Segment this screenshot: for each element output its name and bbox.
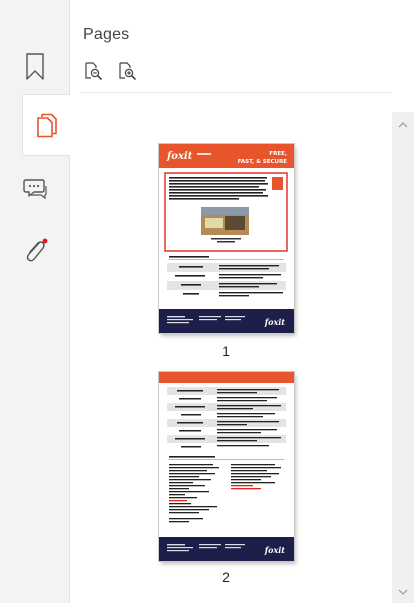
panel-divider xyxy=(80,92,392,93)
paperclip-icon xyxy=(26,238,48,262)
scroll-up-button[interactable] xyxy=(392,116,414,134)
pages-panel: Pages foxit FREE, FAST, & SECURE foxit 1… xyxy=(70,0,414,603)
zoom-out-thumbnails-button[interactable] xyxy=(82,60,104,82)
page-1-preview: foxit FREE, FAST, & SECURE foxit xyxy=(159,144,294,333)
bookmark-icon xyxy=(26,53,44,80)
page-number-2: 2 xyxy=(222,569,230,585)
vertical-scrollbar[interactable] xyxy=(392,112,414,603)
comments-tab[interactable] xyxy=(12,166,58,212)
scroll-down-button[interactable] xyxy=(392,583,414,601)
zoom-in-thumbnails-button[interactable] xyxy=(116,60,138,82)
chevron-down-icon xyxy=(398,589,408,595)
thumb-headline-1: FREE, xyxy=(269,151,287,157)
panel-title: Pages xyxy=(83,26,130,43)
zoom-out-page-icon xyxy=(85,62,102,80)
thumb-footer-logo-2: foxit xyxy=(264,545,286,555)
pages-tab[interactable] xyxy=(22,94,70,156)
comment-icon xyxy=(23,179,47,200)
pages-icon xyxy=(36,113,57,138)
bookmarks-tab[interactable] xyxy=(12,44,58,90)
notification-dot xyxy=(42,238,48,244)
thumbnail-toolbar xyxy=(82,60,138,82)
page-thumbnail-2[interactable]: foxit xyxy=(159,372,294,561)
thumbnail-list: foxit FREE, FAST, & SECURE foxit 1 foxit… xyxy=(70,112,388,603)
attachments-tab[interactable] xyxy=(12,228,58,274)
thumb-footer-logo: foxit xyxy=(264,317,286,327)
thumb-headline-2: FAST, & SECURE xyxy=(238,159,287,165)
chevron-up-icon xyxy=(398,122,408,128)
page-number-1: 1 xyxy=(222,343,230,359)
page-thumbnail-1[interactable]: foxit FREE, FAST, & SECURE foxit xyxy=(159,144,294,333)
page-2-preview: foxit xyxy=(159,372,294,561)
zoom-in-page-icon xyxy=(119,62,136,80)
sidebar-rail xyxy=(0,0,70,603)
thumb-logo-text: foxit xyxy=(166,151,193,162)
